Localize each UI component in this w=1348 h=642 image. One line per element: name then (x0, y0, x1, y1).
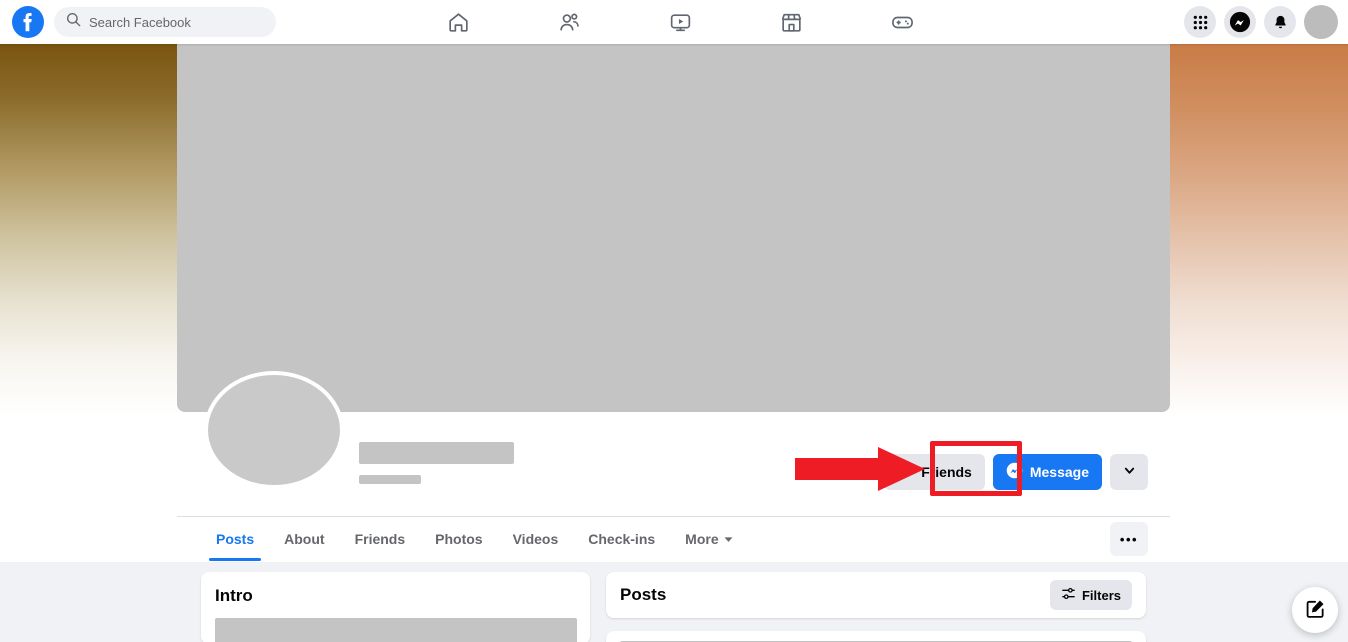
messenger-icon (1006, 462, 1023, 482)
filters-button[interactable]: Filters (1049, 580, 1132, 610)
page-background-left-gradient (0, 44, 178, 416)
sliders-icon (1061, 586, 1076, 604)
filters-button-label: Filters (1081, 587, 1121, 603)
profile-content: Intro Posts Filters (177, 562, 1170, 642)
messenger-icon[interactable] (1224, 6, 1256, 38)
post-card (606, 631, 1146, 642)
left-column: Intro (201, 572, 590, 642)
friends-button-label: Friends (921, 464, 972, 480)
tab-videos-label: Videos (512, 531, 559, 547)
page-background-right-gradient (1168, 44, 1348, 416)
profile-tabs: Posts About Friends Photos Videos Check-… (201, 517, 748, 561)
intro-content-placeholder (215, 618, 577, 642)
tab-more-label: More (685, 531, 719, 547)
friends-button[interactable]: Friends (884, 454, 985, 490)
person-check-icon (897, 462, 914, 482)
tab-more[interactable]: More (670, 517, 747, 561)
profile-name-block (359, 442, 514, 484)
compose-post-button[interactable] (1292, 587, 1338, 633)
tab-friends[interactable]: Friends (340, 517, 421, 561)
search-placeholder: Search Facebook (89, 14, 191, 30)
compose-pencil-icon (1305, 598, 1326, 622)
tab-friends-label: Friends (354, 531, 406, 547)
secondary-navigation (1184, 0, 1338, 44)
home-icon[interactable] (430, 2, 486, 42)
profile-tabs-more-button[interactable]: ••• (1110, 522, 1148, 556)
facebook-profile-page: Search Facebook Friends Message Posts Ab… (0, 0, 1348, 642)
profile-name-placeholder (359, 442, 514, 464)
message-button-label: Message (1029, 464, 1089, 480)
chevron-down-icon (1123, 464, 1136, 480)
tab-check-ins-label: Check-ins (588, 531, 656, 547)
profile-more-actions-button[interactable] (1110, 454, 1148, 490)
marketplace-icon[interactable] (763, 2, 819, 42)
tab-about[interactable]: About (269, 517, 339, 561)
top-navigation-bar: Search Facebook (0, 0, 1348, 44)
search-input[interactable]: Search Facebook (54, 7, 276, 37)
profile-picture[interactable] (204, 371, 344, 489)
tab-posts[interactable]: Posts (201, 517, 269, 561)
profile-action-buttons: Friends Message (884, 454, 1148, 490)
video-icon[interactable] (652, 2, 708, 42)
account-avatar[interactable] (1304, 5, 1338, 39)
chevron-down-icon (724, 531, 733, 547)
tab-photos[interactable]: Photos (420, 517, 497, 561)
posts-card-header: Posts Filters (606, 572, 1146, 618)
tab-videos[interactable]: Videos (498, 517, 574, 561)
bell-icon[interactable] (1264, 6, 1296, 38)
profile-tabs-bar: Posts About Friends Photos Videos Check-… (177, 516, 1170, 562)
message-button[interactable]: Message (992, 454, 1102, 490)
search-icon (66, 12, 81, 32)
intro-card-title: Intro (215, 586, 253, 605)
posts-card-title: Posts (620, 585, 667, 604)
primary-navigation (430, 0, 930, 44)
cover-photo[interactable] (177, 44, 1170, 412)
tab-about-label: About (284, 531, 325, 547)
tab-photos-label: Photos (435, 531, 483, 547)
profile-subtitle-placeholder (359, 475, 421, 484)
menu-grid-icon[interactable] (1184, 6, 1216, 38)
right-column: Posts Filters (606, 572, 1146, 642)
intro-card: Intro (201, 572, 590, 642)
facebook-logo-icon[interactable] (12, 6, 44, 38)
gaming-icon[interactable] (874, 2, 930, 42)
friends-icon[interactable] (541, 2, 597, 42)
tab-check-ins[interactable]: Check-ins (573, 517, 670, 561)
tab-posts-label: Posts (216, 531, 255, 547)
